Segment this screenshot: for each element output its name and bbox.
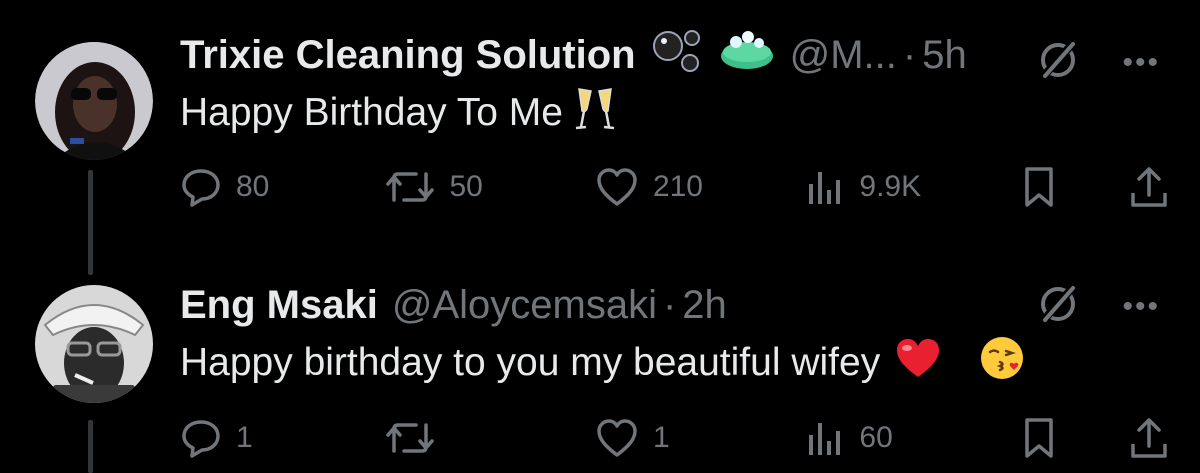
like-button[interactable]: 210 — [595, 166, 805, 208]
analytics-icon — [809, 423, 841, 455]
tweet-header: Eng Msaki @Aloycemsaki · 2h — [180, 280, 727, 330]
repost-button[interactable]: 50 — [384, 166, 595, 208]
reply-button[interactable]: 80 — [180, 166, 384, 208]
tweet-text: Happy birthday to you my beautiful wifey — [180, 336, 1026, 390]
reply-button[interactable]: 1 — [180, 417, 384, 459]
tweet-menu-area: ••• — [1036, 38, 1160, 87]
bubbles-emoji-icon — [650, 26, 704, 84]
heart-icon — [597, 168, 637, 206]
tweet-menu-area: ••• — [1036, 282, 1160, 331]
view-count: 60 — [859, 421, 893, 454]
share-button[interactable] — [1128, 165, 1170, 209]
view-count: 9.9K — [859, 170, 922, 203]
reply-count: 1 — [236, 421, 253, 454]
separator-dot: · — [662, 282, 677, 327]
share-button[interactable] — [1128, 416, 1170, 460]
action-bar: 1 1 60 — [180, 413, 1170, 463]
tweet-body: Happy Birthday To Me — [180, 91, 563, 134]
reply-icon — [182, 169, 220, 207]
repost-count: 50 — [449, 170, 483, 203]
reply-icon — [182, 420, 220, 458]
share-icon — [1131, 167, 1167, 207]
reply-count: 80 — [236, 170, 270, 203]
champagne-glasses-icon — [573, 85, 617, 141]
more-options-icon[interactable]: ••• — [1122, 46, 1160, 80]
avatar[interactable] — [35, 42, 153, 160]
views-button[interactable]: 9.9K — [805, 166, 1018, 208]
like-button[interactable]: 1 — [595, 417, 805, 459]
timestamp[interactable]: 2h — [682, 283, 727, 328]
grok-icon[interactable] — [1036, 282, 1080, 331]
tweet-header: Trixie Cleaning Solution @M... · 5h — [180, 30, 967, 80]
heart-icon — [597, 419, 637, 457]
author-handle[interactable]: @M... — [790, 33, 897, 78]
red-heart-icon — [894, 336, 942, 390]
repost-icon — [385, 172, 434, 202]
action-bar: 80 50 210 9.9K — [180, 162, 1170, 212]
bookmark-icon — [1025, 418, 1053, 458]
share-icon — [1131, 418, 1167, 458]
tweet[interactable]: Trixie Cleaning Solution @M... · 5h ••• … — [0, 0, 1200, 250]
tweet-body: Happy birthday to you my beautiful wifey — [180, 341, 881, 384]
author-name[interactable]: Eng Msaki — [180, 283, 378, 328]
author-name[interactable]: Trixie Cleaning Solution — [180, 33, 636, 78]
repost-button[interactable] — [384, 417, 595, 459]
tweet[interactable]: Eng Msaki @Aloycemsaki · 2h ••• Happy bi… — [0, 250, 1200, 473]
grok-icon[interactable] — [1036, 38, 1080, 87]
soap-emoji-icon — [718, 28, 776, 82]
timestamp[interactable]: 5h — [922, 33, 967, 78]
repost-icon — [385, 423, 434, 453]
bookmark-icon — [1025, 167, 1053, 207]
bookmark-button[interactable] — [1019, 416, 1128, 460]
analytics-icon — [809, 172, 841, 204]
separator-dot: · — [902, 32, 917, 77]
avatar[interactable] — [35, 285, 153, 403]
tweet-text: Happy Birthday To Me — [180, 88, 617, 138]
like-count: 1 — [652, 421, 670, 454]
author-handle[interactable]: @Aloycemsaki — [392, 283, 657, 328]
bookmark-button[interactable] — [1019, 165, 1128, 209]
views-button[interactable]: 60 — [805, 417, 1018, 459]
more-options-icon[interactable]: ••• — [1122, 290, 1160, 324]
like-count: 210 — [652, 170, 703, 203]
kissing-face-icon — [978, 334, 1026, 392]
